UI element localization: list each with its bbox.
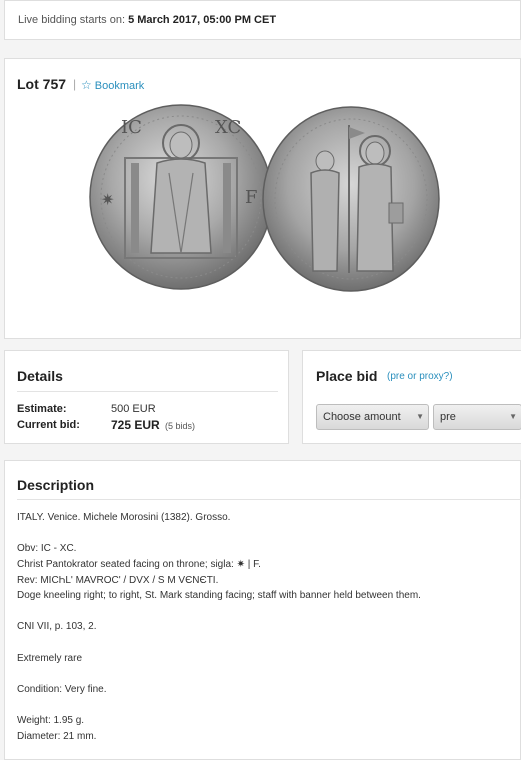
- svg-text:✷: ✷: [101, 190, 114, 209]
- place-bid-title: Place bid: [316, 368, 378, 384]
- coin-obverse: IC XC ✷ F: [89, 104, 273, 290]
- bookmark-link[interactable]: ☆ Bookmark: [81, 78, 144, 92]
- description-line: Obv: IC - XC.: [17, 543, 77, 554]
- live-bidding-date: 5 March 2017, 05:00 PM CET: [128, 14, 277, 26]
- place-bid-panel: Place bid (pre or proxy?) Choose amount …: [302, 350, 521, 444]
- bids-count[interactable]: (5 bids): [165, 421, 195, 431]
- estimate-label: Estimate:: [17, 403, 67, 415]
- star-icon: ☆: [81, 78, 92, 92]
- description-line: Condition: Very fine.: [17, 684, 107, 695]
- pre-or-proxy-link[interactable]: (pre or proxy?): [387, 371, 453, 382]
- live-bidding-text: Live bidding starts on: 5 March 2017, 05…: [18, 14, 276, 26]
- description-line: Rev: MICҺL' MAVROC' / DVX / S M VЄNЄTI.: [17, 575, 219, 586]
- bid-mode-select-label: pre: [440, 411, 456, 423]
- description-line: ITALY. Venice. Michele Morosini (1382). …: [17, 512, 231, 523]
- current-bid-value: 725 EUR: [111, 418, 160, 432]
- coin-reverse: [262, 106, 440, 292]
- svg-text:F: F: [245, 187, 258, 208]
- description-line: Christ Pantokrator seated facing on thro…: [17, 559, 261, 570]
- description-title: Description: [17, 477, 95, 493]
- estimate-value: 500 EUR: [111, 403, 156, 415]
- svg-text:XC: XC: [215, 117, 241, 138]
- current-bid-label: Current bid:: [17, 419, 80, 431]
- description-line: CNI VII, p. 103, 2.: [17, 621, 97, 632]
- chevron-down-icon: ▼: [509, 412, 517, 421]
- description-panel: Description ITALY. Venice. Michele Moros…: [4, 460, 521, 760]
- svg-text:IC: IC: [121, 117, 142, 138]
- coin-image[interactable]: IC XC ✷ F: [87, 103, 447, 293]
- description-line: Doge kneeling right; to right, St. Mark …: [17, 590, 421, 601]
- details-divider: [17, 391, 278, 392]
- description-line: Diameter: 21 mm.: [17, 731, 97, 742]
- description-divider: [17, 499, 521, 500]
- description-line: Extremely rare: [17, 653, 83, 664]
- live-bidding-label: Live bidding starts on:: [18, 14, 126, 26]
- bid-mode-select[interactable]: pre ▼: [433, 404, 521, 430]
- live-bidding-bar: Live bidding starts on: 5 March 2017, 05…: [4, 0, 521, 40]
- chevron-down-icon: ▼: [416, 412, 424, 421]
- lot-separator: |: [73, 77, 77, 91]
- bookmark-label: Bookmark: [94, 80, 145, 92]
- lot-card: Lot 757 | ☆ Bookmark IC XC ✷ F: [4, 58, 521, 339]
- description-line: Weight: 1.95 g.: [17, 715, 85, 726]
- bid-amount-select[interactable]: Choose amount ▼: [316, 404, 429, 430]
- lot-title: Lot 757: [17, 76, 67, 92]
- details-panel: Details Estimate: 500 EUR Current bid: 7…: [4, 350, 289, 444]
- details-title: Details: [17, 368, 63, 384]
- bid-amount-select-label: Choose amount: [323, 411, 401, 423]
